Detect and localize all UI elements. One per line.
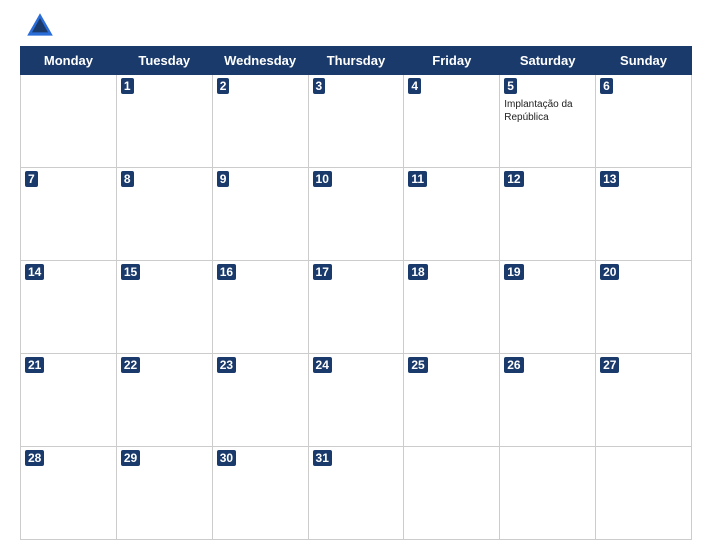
weekday-saturday: Saturday [500, 47, 596, 75]
day-number: 1 [121, 78, 134, 94]
calendar-cell: 24 [308, 354, 404, 447]
calendar-cell [21, 75, 117, 168]
calendar-cell [404, 447, 500, 540]
weekday-thursday: Thursday [308, 47, 404, 75]
day-number: 9 [217, 171, 230, 187]
calendar-cell [500, 447, 596, 540]
day-number: 23 [217, 357, 236, 373]
day-number: 3 [313, 78, 326, 94]
day-number: 20 [600, 264, 619, 280]
calendar-cell: 26 [500, 354, 596, 447]
calendar-cell: 16 [212, 261, 308, 354]
header [20, 10, 692, 42]
week-row-4: 21 22 23 24 25 26 27 [21, 354, 692, 447]
day-number: 19 [504, 264, 523, 280]
week-row-2: 7 8 9 10 11 12 13 [21, 168, 692, 261]
calendar-cell: 22 [116, 354, 212, 447]
calendar-cell: 11 [404, 168, 500, 261]
calendar-cell: 30 [212, 447, 308, 540]
event-label: Implantação da República [504, 98, 591, 124]
day-number: 7 [25, 171, 38, 187]
calendar-cell: 6 [596, 75, 692, 168]
day-number: 28 [25, 450, 44, 466]
calendar-cell: 15 [116, 261, 212, 354]
calendar-cell [596, 447, 692, 540]
calendar-cell: 9 [212, 168, 308, 261]
weekday-wednesday: Wednesday [212, 47, 308, 75]
day-number: 17 [313, 264, 332, 280]
day-number: 13 [600, 171, 619, 187]
calendar-cell: 21 [21, 354, 117, 447]
calendar-cell: 1 [116, 75, 212, 168]
weekday-sunday: Sunday [596, 47, 692, 75]
week-row-5: 28 29 30 31 [21, 447, 692, 540]
calendar-cell: 31 [308, 447, 404, 540]
calendar-cell: 12 [500, 168, 596, 261]
day-number: 30 [217, 450, 236, 466]
day-number: 2 [217, 78, 230, 94]
calendar-cell: 5 Implantação da República [500, 75, 596, 168]
day-number: 6 [600, 78, 613, 94]
weekday-monday: Monday [21, 47, 117, 75]
day-number: 22 [121, 357, 140, 373]
day-number: 29 [121, 450, 140, 466]
day-number: 31 [313, 450, 332, 466]
day-number: 5 [504, 78, 517, 94]
week-row-1: 1 2 3 4 5 Implantação da República 6 [21, 75, 692, 168]
calendar-cell: 25 [404, 354, 500, 447]
calendar-cell: 29 [116, 447, 212, 540]
logo [24, 10, 60, 42]
day-number: 4 [408, 78, 421, 94]
day-number: 10 [313, 171, 332, 187]
calendar-cell: 27 [596, 354, 692, 447]
weekday-tuesday: Tuesday [116, 47, 212, 75]
day-number: 11 [408, 171, 427, 187]
day-number: 26 [504, 357, 523, 373]
calendar-cell: 2 [212, 75, 308, 168]
day-number: 12 [504, 171, 523, 187]
day-number: 14 [25, 264, 44, 280]
week-row-3: 14 15 16 17 18 19 20 [21, 261, 692, 354]
day-number: 24 [313, 357, 332, 373]
calendar-cell: 4 [404, 75, 500, 168]
day-number: 18 [408, 264, 427, 280]
day-number: 27 [600, 357, 619, 373]
calendar-cell: 10 [308, 168, 404, 261]
calendar-cell: 8 [116, 168, 212, 261]
calendar-cell: 7 [21, 168, 117, 261]
day-number: 16 [217, 264, 236, 280]
day-number: 21 [25, 357, 44, 373]
day-number: 8 [121, 171, 134, 187]
calendar-cell: 28 [21, 447, 117, 540]
weekday-header-row: MondayTuesdayWednesdayThursdayFridaySatu… [21, 47, 692, 75]
calendar-table: MondayTuesdayWednesdayThursdayFridaySatu… [20, 46, 692, 540]
calendar-cell: 14 [21, 261, 117, 354]
calendar-cell: 17 [308, 261, 404, 354]
day-number: 25 [408, 357, 427, 373]
calendar-cell: 13 [596, 168, 692, 261]
calendar-cell: 3 [308, 75, 404, 168]
logo-icon [24, 10, 56, 42]
weekday-friday: Friday [404, 47, 500, 75]
calendar-cell: 23 [212, 354, 308, 447]
calendar-cell: 20 [596, 261, 692, 354]
calendar-cell: 19 [500, 261, 596, 354]
calendar-cell: 18 [404, 261, 500, 354]
day-number: 15 [121, 264, 140, 280]
